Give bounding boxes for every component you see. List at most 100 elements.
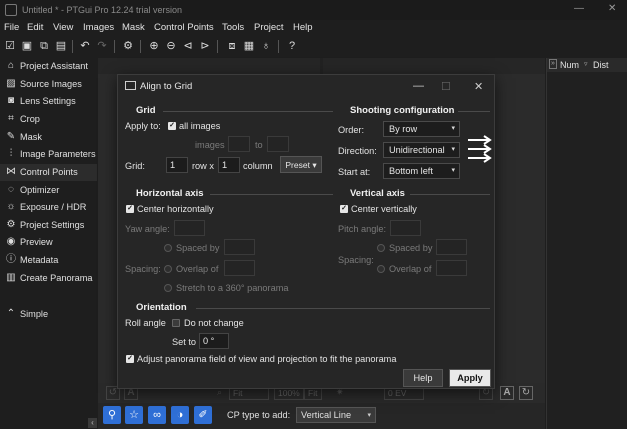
rows-field[interactable]: 1: [166, 157, 188, 173]
star-icon[interactable]: ☆: [125, 406, 143, 424]
settings-icon[interactable]: ⚙: [121, 39, 135, 53]
vertical-spaced-by-label: Spaced by: [389, 243, 433, 253]
close-icon[interactable]: ✕: [608, 3, 616, 14]
roll-angle-label: Roll angle: [125, 318, 166, 328]
preset-button[interactable]: Preset ▾: [280, 156, 322, 173]
start-at-select[interactable]: Bottom left ▾: [383, 163, 460, 179]
vertical-overlap-of-radio[interactable]: [377, 265, 385, 273]
help-icon[interactable]: ?: [285, 39, 299, 53]
center-vertically-label: Center vertically: [351, 204, 417, 214]
sidebar-item-preview[interactable]: ◉ Preview: [0, 234, 97, 251]
do-not-change-checkbox[interactable]: [172, 319, 180, 327]
cp-type-select[interactable]: Vertical Line ▾: [296, 407, 376, 423]
new-icon[interactable]: ☑: [3, 39, 17, 53]
control-points-icon: ⋈: [6, 166, 16, 177]
all-images-checkbox[interactable]: ✓: [168, 122, 176, 130]
pitch-angle-field[interactable]: [390, 220, 421, 236]
center-vertically-checkbox[interactable]: ✓: [340, 205, 348, 213]
columns-field[interactable]: 1: [218, 157, 240, 173]
dialog-close-icon[interactable]: ✕: [474, 80, 483, 93]
direction-select[interactable]: Unidirectional ▾: [383, 142, 460, 158]
dialog-minimize-icon[interactable]: —: [413, 80, 424, 92]
sidebar-item-crop[interactable]: ⌗ Crop: [0, 111, 97, 128]
sidebar-item-metadata[interactable]: ⓘ Metadata: [0, 252, 97, 269]
vertical-spaced-by-field[interactable]: [436, 239, 467, 255]
save-icon[interactable]: ▤: [54, 39, 68, 53]
sidebar-item-mask[interactable]: ✎ Mask: [0, 129, 97, 146]
grid-heading: Grid: [136, 105, 156, 116]
menu-file[interactable]: File: [4, 22, 19, 33]
help-button[interactable]: Help: [403, 369, 443, 387]
sidebar-item-optimizer[interactable]: ◌ Optimizer: [0, 182, 97, 199]
sidebar-item-exposure-hdr[interactable]: ☼ Exposure / HDR: [0, 199, 97, 216]
window-title: Untitled * - PTGui Pro 12.24 trial versi…: [22, 5, 183, 15]
adjust-panorama-checkbox[interactable]: ✓: [126, 355, 134, 363]
vertical-overlap-of-label: Overlap of: [389, 264, 432, 274]
sidebar-item-lens-settings[interactable]: ◙ Lens Settings: [0, 93, 97, 110]
contrast-icon[interactable]: ◑: [171, 406, 189, 424]
stretch-label: Stretch to a 360° panorama: [176, 283, 289, 293]
add-point-icon[interactable]: ⚲: [103, 406, 121, 424]
overlap-of-field[interactable]: [224, 260, 255, 276]
menu-help[interactable]: Help: [293, 22, 313, 33]
gear-icon: ⚙: [6, 219, 16, 230]
sidebar-item-source-images[interactable]: ▨ Source Images: [0, 76, 97, 93]
row-x-label: row x: [192, 161, 214, 171]
simple-mode-toggle[interactable]: ⌃ Simple: [0, 306, 97, 323]
auto-right-icon[interactable]: A: [500, 386, 514, 400]
menu-edit[interactable]: Edit: [27, 22, 43, 33]
images-from-field[interactable]: [228, 136, 250, 152]
minimize-icon[interactable]: —: [574, 3, 584, 14]
panorama-editor-icon[interactable]: ⧈: [225, 39, 239, 53]
expand-icon[interactable]: »: [549, 59, 557, 69]
menu-images[interactable]: Images: [83, 22, 114, 33]
order-select[interactable]: By row ▾: [383, 121, 460, 137]
vertical-overlap-of-field[interactable]: [436, 260, 467, 276]
menu-view[interactable]: View: [53, 22, 73, 33]
spaced-by-radio[interactable]: [164, 244, 172, 252]
vertical-spaced-by-radio[interactable]: [377, 244, 385, 252]
menu-control-points[interactable]: Control Points: [154, 22, 214, 33]
prev-icon[interactable]: ⊲: [181, 39, 195, 53]
spaced-by-field[interactable]: [224, 239, 255, 255]
link-icon[interactable]: ∞: [148, 406, 166, 424]
sidebar-item-project-assistant[interactable]: ⌂ Project Assistant: [0, 58, 97, 75]
apply-button[interactable]: Apply: [449, 369, 491, 387]
rotate-right-icon[interactable]: ↻: [519, 386, 533, 400]
undo-icon[interactable]: ↶: [78, 39, 92, 53]
column-num[interactable]: Num: [560, 60, 579, 70]
stretch-radio[interactable]: [164, 284, 172, 292]
sidebar-item-project-settings[interactable]: ⚙ Project Settings: [0, 217, 97, 234]
adjust-panorama-label: Adjust panorama field of view and projec…: [137, 354, 397, 364]
overlap-of-radio[interactable]: [164, 265, 172, 273]
roll-angle-field[interactable]: 0 °: [199, 333, 229, 349]
chevron-down-icon: ▾: [451, 146, 455, 153]
next-icon[interactable]: ⊳: [198, 39, 212, 53]
do-not-change-label: Do not change: [184, 318, 244, 328]
column-dist[interactable]: Dist: [593, 60, 609, 70]
light-icon[interactable]: ♁: [259, 39, 273, 53]
menu-tools[interactable]: Tools: [222, 22, 244, 33]
vertical-spacing-label: Spacing:: [338, 255, 374, 265]
collapse-sidebar-icon[interactable]: ‹: [88, 418, 97, 428]
open-icon[interactable]: ▣: [20, 39, 34, 53]
zoom-out-icon[interactable]: ⊖: [164, 39, 178, 53]
dialog-maximize-icon[interactable]: ☐: [441, 80, 451, 93]
sidebar-item-control-points[interactable]: ⋈ Control Points: [0, 164, 97, 181]
zoom-in-icon[interactable]: ⊕: [147, 39, 161, 53]
center-horizontally-checkbox[interactable]: ✓: [126, 205, 134, 213]
sidebar-item-create-panorama[interactable]: ▥ Create Panorama: [0, 270, 97, 287]
yaw-angle-field[interactable]: [174, 220, 205, 236]
sidebar-item-label: Crop: [20, 114, 40, 124]
images-to-field[interactable]: [267, 136, 289, 152]
sidebar-item-image-parameters[interactable]: ⫶ Image Parameters: [0, 146, 97, 163]
menu-project[interactable]: Project: [254, 22, 284, 33]
toolbar-separator: [278, 40, 279, 53]
table-icon[interactable]: ▦: [242, 39, 256, 53]
chevron-down-icon: ▾: [451, 125, 455, 132]
redo-icon[interactable]: ↷: [95, 39, 109, 53]
menu-mask[interactable]: Mask: [122, 22, 145, 33]
eyedropper-icon[interactable]: ✐: [194, 406, 212, 424]
add-images-icon[interactable]: ⧉: [37, 39, 51, 53]
chevron-down-icon: ▾: [451, 167, 455, 174]
